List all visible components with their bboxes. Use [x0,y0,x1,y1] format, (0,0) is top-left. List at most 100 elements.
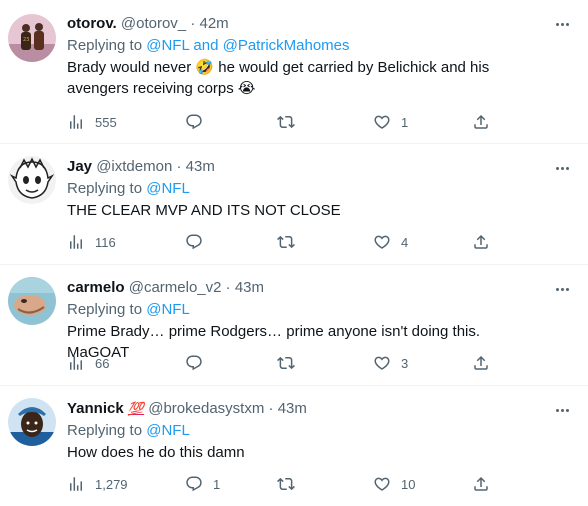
avatar[interactable]: 23 [8,14,56,62]
avatar[interactable] [8,156,56,204]
separator: · [176,158,182,175]
retweet-button[interactable] [277,474,305,494]
timestamp[interactable]: 43m [186,158,215,175]
tweet-header: otorov. @otorov_ · 42m [67,14,544,34]
reply-count: 1 [213,476,221,492]
like-icon [374,356,390,370]
avatar[interactable] [8,398,56,446]
views-button[interactable]: 116 [67,232,116,252]
retweet-button[interactable] [277,232,305,252]
avatar-image [8,398,56,446]
action-bar: 66 3 [67,353,492,373]
tweet[interactable]: Jay @ixtdemon · 43m Replying to @NFL THE… [0,144,588,265]
separator: · [225,279,231,296]
views-icon [70,115,82,129]
display-name[interactable]: Yannick [67,400,124,417]
more-icon[interactable] [552,402,572,418]
user-handle[interactable]: @carmelo_v2 [129,279,222,296]
timestamp[interactable]: 42m [200,15,229,32]
retweet-icon [277,115,295,129]
like-button[interactable]: 1 [373,112,408,132]
mention-link[interactable]: @NFL [146,301,190,318]
tweet[interactable]: Yannick 💯 @brokedasystxm · 43m Replying … [0,386,588,506]
mention-link[interactable]: @NFL [146,422,190,439]
views-button[interactable]: 66 [67,353,109,373]
like-button[interactable]: 3 [373,353,408,373]
more-icon[interactable] [552,160,572,176]
user-handle[interactable]: @ixtdemon [96,158,172,175]
like-count: 1 [401,114,409,130]
action-bar: 1,279 1 10 [67,474,492,494]
like-button[interactable]: 4 [373,232,408,252]
hundred-points-icon: 💯 [127,401,145,416]
replying-prefix: Replying to [67,180,147,197]
tweet-header: Jay @ixtdemon · 43m [67,157,544,177]
avatar[interactable] [8,277,56,325]
tweet[interactable]: 23 otorov. @otorov_ · 42m Replying to @N… [0,0,588,144]
views-button[interactable]: 1,279 [67,474,128,494]
share-icon [474,355,488,370]
reply-icon [186,355,202,371]
display-name[interactable]: Jay [67,158,92,175]
tweet-header: Yannick 💯 @brokedasystxm · 43m [67,399,544,419]
tweet-text: THE CLEAR MVP AND ITS NOT CLOSE [67,202,341,219]
reply-button[interactable] [185,353,213,373]
like-count: 4 [401,234,409,250]
avatar-image [8,277,56,325]
reply-button[interactable] [185,112,213,132]
replying-to: Replying to @NFL [67,421,544,441]
separator: · [268,400,274,417]
replying-to: Replying to @NFL and @PatrickMahomes [67,36,544,56]
more-icon[interactable] [552,16,572,32]
user-handle[interactable]: @otorov_ [121,15,186,32]
separator: · [190,15,196,32]
reply-icon [186,476,202,492]
display-name[interactable]: otorov. [67,15,117,32]
mention-link[interactable]: @NFL [146,180,190,197]
display-name[interactable]: carmelo [67,279,125,296]
retweet-icon [277,477,295,491]
timestamp[interactable]: 43m [278,400,307,417]
tweet-header: carmelo @carmelo_v2 · 43m [67,278,544,298]
views-count: 66 [95,355,110,371]
views-count: 116 [95,234,116,250]
share-icon [474,476,488,491]
share-button[interactable] [472,232,490,252]
replying-prefix: Replying to [67,37,147,54]
tweet-body: Jay @ixtdemon · 43m Replying to @NFL THE… [67,157,544,221]
retweet-button[interactable] [277,112,305,132]
action-bar: 555 1 [67,112,492,132]
share-icon [474,114,488,129]
retweet-icon [277,235,295,249]
avatar-image [8,156,56,204]
share-button[interactable] [472,353,490,373]
user-handle[interactable]: @brokedasystxm [148,400,264,417]
tweet-text: How does he do this damn [67,444,245,461]
like-icon [374,115,390,129]
more-icon[interactable] [552,281,572,297]
timestamp[interactable]: 43m [235,279,264,296]
reply-button[interactable]: 1 [185,474,220,494]
reply-button[interactable] [185,232,213,252]
reply-icon [186,114,202,130]
like-button[interactable]: 10 [373,474,415,494]
retweet-button[interactable] [277,353,305,373]
views-button[interactable]: 555 [67,112,117,132]
like-icon [374,477,390,491]
share-icon [474,234,488,249]
replying-prefix: Replying to [67,422,147,439]
tweet-body: Yannick 💯 @brokedasystxm · 43m Replying … [67,399,544,463]
share-button[interactable] [472,112,490,132]
like-count: 10 [401,476,416,492]
tweet-text: Brady would never 🤣 he would get carried… [67,59,490,97]
avatar-image: 23 [8,14,56,62]
retweet-icon [277,356,295,370]
share-button[interactable] [472,474,490,494]
tweet[interactable]: carmelo @carmelo_v2 · 43m Replying to @N… [0,265,588,386]
replying-to: Replying to @NFL [67,300,544,320]
action-bar: 116 4 [67,232,492,252]
tweet-body: carmelo @carmelo_v2 · 43m Replying to @N… [67,278,544,363]
views-icon [70,235,82,249]
mention-link[interactable]: @NFL and @PatrickMahomes [146,37,349,54]
views-icon [70,477,82,491]
